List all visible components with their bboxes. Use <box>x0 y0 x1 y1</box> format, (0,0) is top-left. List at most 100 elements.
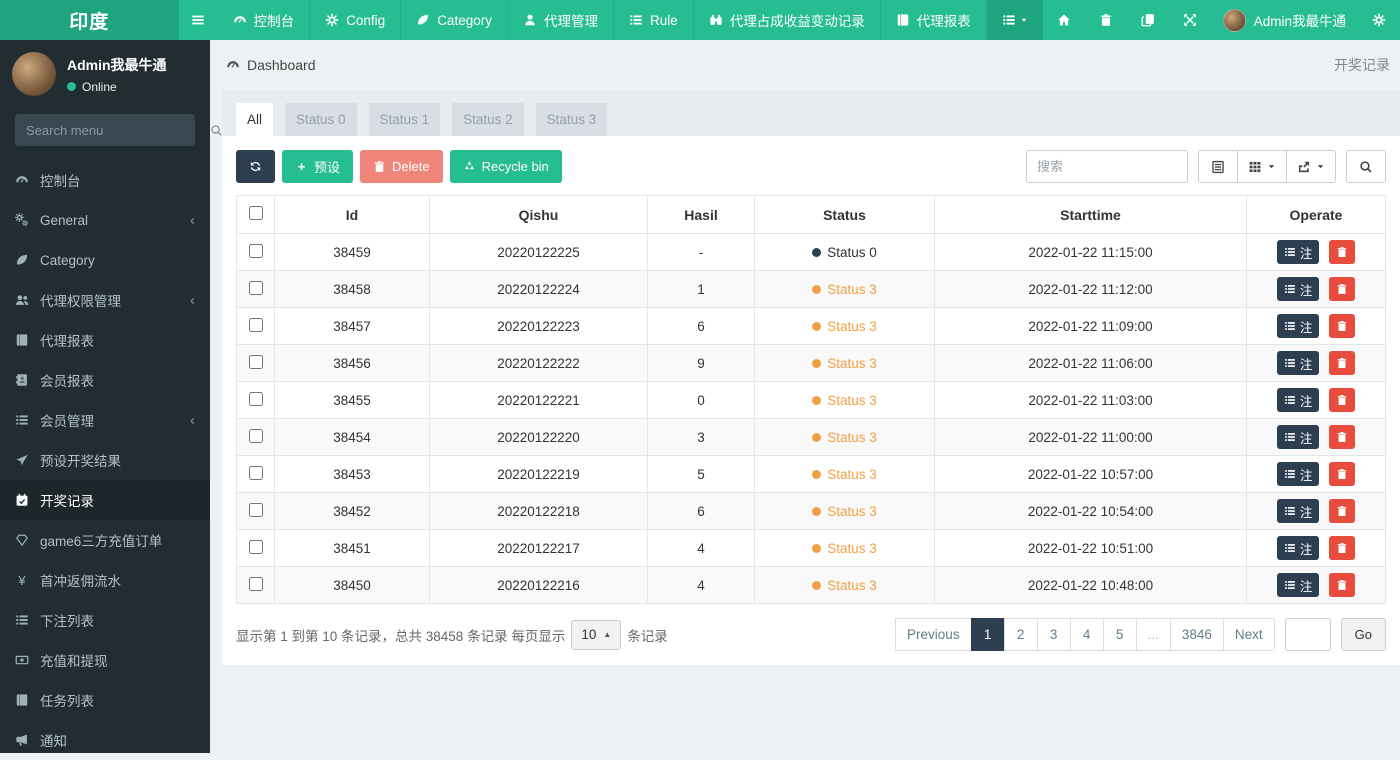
preset-add-button[interactable]: + 预设 <box>282 150 353 183</box>
delete-row-button[interactable] <box>1329 462 1355 486</box>
row-checkbox[interactable] <box>249 355 263 369</box>
page-button[interactable]: Previous <box>895 618 972 651</box>
note-button[interactable]: 注 <box>1277 425 1320 449</box>
row-checkbox[interactable] <box>249 244 263 258</box>
sidebar-menu-item[interactable]: General ‹ <box>0 200 210 240</box>
page-button[interactable]: Next <box>1223 618 1275 651</box>
status-tab[interactable]: Status 3 <box>536 103 608 136</box>
note-button[interactable]: 注 <box>1277 499 1320 523</box>
sidebar-toggle-button[interactable] <box>179 0 218 40</box>
top-nav-item[interactable]: Config <box>310 0 401 40</box>
gear-icon <box>1372 13 1386 27</box>
delete-row-button[interactable] <box>1329 425 1355 449</box>
page-button[interactable]: 5 <box>1103 618 1137 651</box>
avatar <box>12 52 56 96</box>
delete-row-button[interactable] <box>1329 240 1355 264</box>
note-button[interactable]: 注 <box>1277 388 1320 412</box>
sidebar-menu-item[interactable]: 预设开奖结果 ‹ <box>0 440 210 480</box>
row-checkbox[interactable] <box>249 429 263 443</box>
row-checkbox[interactable] <box>249 540 263 554</box>
detail-view-button[interactable] <box>1198 150 1238 183</box>
sidebar-menu-item[interactable]: 代理权限管理 ‹ <box>0 280 210 320</box>
dashboard-icon <box>226 58 240 72</box>
sidebar-menu-item[interactable]: 通知 ‹ <box>0 720 210 760</box>
home-button[interactable] <box>1043 0 1085 40</box>
note-button[interactable]: 注 <box>1277 462 1320 486</box>
status-tab[interactable]: Status 1 <box>369 103 441 136</box>
delete-row-button[interactable] <box>1329 277 1355 301</box>
page-size-select[interactable]: 10 ▲ <box>571 620 621 650</box>
quick-menu-dropdown[interactable] <box>987 0 1043 40</box>
page-button[interactable]: 2 <box>1004 618 1038 651</box>
page-button[interactable]: 4 <box>1070 618 1104 651</box>
sidebar-menu-item[interactable]: 控制台 ‹ <box>0 160 210 200</box>
fullscreen-button[interactable] <box>1169 0 1211 40</box>
trash-button[interactable] <box>1085 0 1127 40</box>
page-button[interactable]: ... <box>1136 618 1171 651</box>
goto-page-input[interactable] <box>1285 618 1331 651</box>
row-checkbox[interactable] <box>249 318 263 332</box>
user-menu[interactable]: Admin我最牛通 <box>1211 0 1358 40</box>
recycle-icon <box>463 160 476 173</box>
delete-row-button[interactable] <box>1329 351 1355 375</box>
top-nav-item[interactable]: Category <box>401 0 508 40</box>
note-button[interactable]: 注 <box>1277 573 1320 597</box>
page-button[interactable]: 1 <box>971 618 1005 651</box>
nav-item-icon <box>523 13 537 27</box>
status-tab[interactable]: All <box>236 103 273 136</box>
top-nav-item[interactable]: 控制台 <box>218 0 311 40</box>
sidebar-menu-item[interactable]: 开奖记录 ‹ <box>0 480 210 520</box>
sidebar-menu-item[interactable]: ¥ 首冲返佣流水 ‹ <box>0 560 210 600</box>
top-nav-item[interactable]: 代理管理 <box>508 0 614 40</box>
go-button[interactable]: Go <box>1341 618 1386 651</box>
columns-button[interactable] <box>1237 150 1287 183</box>
row-checkbox[interactable] <box>249 503 263 517</box>
delete-row-button[interactable] <box>1329 314 1355 338</box>
nav-item-label: 控制台 <box>254 10 295 30</box>
sidebar-menu-item[interactable]: Category ‹ <box>0 240 210 280</box>
search-button[interactable] <box>1346 150 1386 183</box>
id-cell: 38459 <box>275 234 430 271</box>
copy-button[interactable] <box>1127 0 1169 40</box>
settings-button[interactable] <box>1358 0 1400 40</box>
page-button[interactable]: 3 <box>1037 618 1071 651</box>
sidebar-menu-item[interactable]: 代理报表 ‹ <box>0 320 210 360</box>
sidebar-search-input[interactable] <box>26 123 202 138</box>
sidebar-menu-item[interactable]: 会员管理 ‹ <box>0 400 210 440</box>
page-title: 开奖记录 <box>1334 55 1390 75</box>
qishu-cell: 20220122220 <box>430 419 648 456</box>
note-button[interactable]: 注 <box>1277 314 1320 338</box>
delete-row-button[interactable] <box>1329 536 1355 560</box>
select-all-checkbox[interactable] <box>249 206 263 220</box>
status-cell: Status 3 <box>755 530 935 567</box>
brand-logo[interactable]: 印度 <box>0 0 179 40</box>
note-button[interactable]: 注 <box>1277 351 1320 375</box>
sidebar-menu-item[interactable]: 充值和提现 ‹ <box>0 640 210 680</box>
export-button[interactable] <box>1286 150 1336 183</box>
note-button[interactable]: 注 <box>1277 240 1320 264</box>
row-checkbox[interactable] <box>249 392 263 406</box>
delete-row-button[interactable] <box>1329 388 1355 412</box>
row-checkbox[interactable] <box>249 577 263 591</box>
starttime-cell: 2022-01-22 11:15:00 <box>935 234 1247 271</box>
row-checkbox[interactable] <box>249 281 263 295</box>
note-button[interactable]: 注 <box>1277 536 1320 560</box>
note-button[interactable]: 注 <box>1277 277 1320 301</box>
top-nav-item[interactable]: Rule <box>614 0 694 40</box>
delete-button[interactable]: Delete <box>360 150 443 183</box>
sidebar-menu-item[interactable]: 下注列表 ‹ <box>0 600 210 640</box>
delete-row-button[interactable] <box>1329 573 1355 597</box>
row-checkbox[interactable] <box>249 466 263 480</box>
sidebar-menu-item[interactable]: 会员报表 ‹ <box>0 360 210 400</box>
recycle-bin-button[interactable]: Recycle bin <box>450 150 562 183</box>
status-tab[interactable]: Status 0 <box>285 103 357 136</box>
delete-row-button[interactable] <box>1329 499 1355 523</box>
status-tab[interactable]: Status 2 <box>452 103 524 136</box>
refresh-button[interactable] <box>236 150 275 183</box>
top-nav-item[interactable]: 代理占成收益变动记录 <box>694 0 881 40</box>
top-nav-item[interactable]: 代理报表 <box>881 0 987 40</box>
page-button[interactable]: 3846 <box>1170 618 1224 651</box>
table-search-input[interactable] <box>1026 150 1188 183</box>
sidebar-menu-item[interactable]: game6三方充值订单 ‹ <box>0 520 210 560</box>
sidebar-menu-item[interactable]: 任务列表 ‹ <box>0 680 210 720</box>
